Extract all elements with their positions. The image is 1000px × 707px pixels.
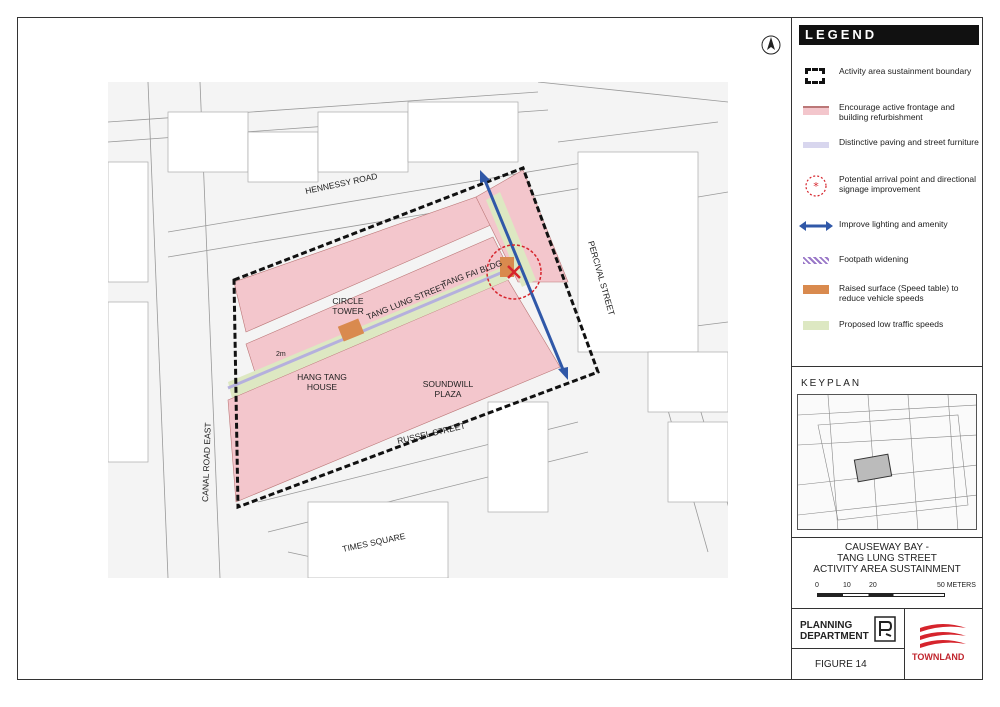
divider	[791, 648, 904, 649]
arrival-point-icon: *	[799, 174, 833, 197]
svg-text:PLAZA: PLAZA	[435, 389, 462, 399]
double-arrow-icon	[799, 219, 833, 239]
keyplan-map	[797, 394, 977, 530]
department-logo-icon	[874, 616, 896, 647]
title-line-2: TANG LUNG STREET	[837, 553, 937, 564]
legend-item-low-traffic: Proposed low traffic speeds	[799, 319, 979, 339]
keyplan-title: KEYPLAN	[801, 378, 862, 389]
department-name: PLANNING DEPARTMENT	[800, 620, 869, 642]
title-line-3: ACTIVITY AREA SUSTAINMENT	[813, 564, 961, 575]
lavender-swatch-icon	[799, 137, 833, 157]
dimension-label: 2m	[276, 351, 286, 358]
dashed-boundary-icon	[799, 66, 833, 86]
building-label-hang-tang: HANG TANG	[297, 372, 347, 382]
divider	[791, 366, 983, 367]
pink-swatch-icon	[799, 102, 833, 122]
site-map: HENNESSY ROAD TANG LUNG STREET RUSSEL ST…	[108, 82, 728, 578]
legend-item-boundary: Activity area sustainment boundary	[799, 66, 979, 86]
street-label-canal-road: CANAL ROAD EAST	[200, 422, 213, 502]
scale-bar: 0 10 20 50 METERS	[815, 582, 976, 604]
legend-item-footpath: Footpath widening	[799, 254, 979, 274]
north-arrow-icon	[760, 34, 782, 61]
figure-number: FIGURE 14	[815, 659, 867, 670]
legend-item-lighting: Improve lighting and amenity	[799, 219, 979, 239]
legend-item-arrival: * Potential arrival point and directiona…	[799, 174, 979, 197]
svg-text:HOUSE: HOUSE	[307, 382, 338, 392]
townland-logo-text: TOWNLAND	[912, 652, 965, 662]
building-label-soundwill: SOUNDWILL	[423, 379, 474, 389]
townland-logo-icon	[918, 622, 968, 655]
svg-text:TOWER: TOWER	[332, 306, 363, 316]
legend-item-active-frontage: Encourage active frontage and building r…	[799, 102, 979, 122]
legend-item-speed-table: Raised surface (Speed table) to reduce v…	[799, 283, 979, 303]
legend-title: LEGEND	[799, 25, 979, 45]
legend-item-paving: Distinctive paving and street furniture	[799, 137, 979, 157]
svg-text:*: *	[813, 180, 819, 193]
title-line-1: CAUSEWAY BAY -	[845, 542, 929, 553]
hatched-swatch-icon	[799, 254, 833, 274]
building-label-circle-tower: CIRCLE	[332, 296, 364, 306]
title-block: CAUSEWAY BAY - TANG LUNG STREET ACTIVITY…	[791, 542, 983, 575]
divider	[791, 608, 983, 609]
divider	[904, 608, 905, 680]
green-swatch-icon	[799, 319, 833, 339]
orange-swatch-icon	[799, 283, 833, 303]
divider	[791, 537, 983, 538]
